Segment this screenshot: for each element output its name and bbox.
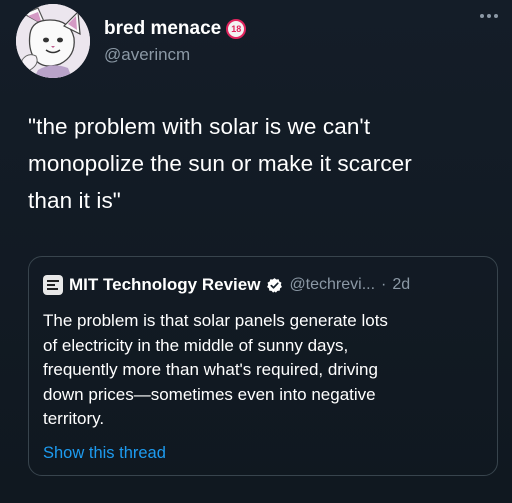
more-dot — [480, 14, 484, 18]
tweet-text-line: monopolize the sun or make it scarcer — [28, 151, 412, 176]
more-dot — [494, 14, 498, 18]
more-options-icon[interactable] — [480, 14, 498, 18]
quoted-text-line: territory. — [43, 409, 105, 428]
tweet-text-line: "the problem with solar is we can't — [28, 114, 371, 139]
author-handle[interactable]: @averincm — [104, 45, 190, 65]
age-badge-icon: 18 — [226, 19, 247, 39]
author-display-name[interactable]: bred menace — [104, 18, 221, 40]
tweet-text-line: than it is" — [28, 188, 121, 213]
quoted-text-line: down prices—sometimes even into negative — [43, 384, 376, 404]
more-dot — [487, 14, 491, 18]
quoted-author-name[interactable]: MIT Technology Review — [69, 275, 260, 295]
quoted-text-line: frequently more than what's required, dr… — [43, 360, 378, 379]
tweet-text: "the problem with solar is we can't mono… — [28, 108, 498, 219]
mit-technology-review-logo-icon — [43, 275, 63, 295]
quoted-text-line: The problem is that solar panels generat… — [43, 311, 388, 330]
quoted-tweet-text: The problem is that solar panels generat… — [43, 309, 493, 432]
quoted-tweet-card[interactable]: MIT Technology Review @techrevi... · 2d … — [28, 256, 498, 476]
quoted-tweet-header: MIT Technology Review @techrevi... · 2d — [43, 275, 410, 295]
tweet: bred menace 18 @averincm "the problem wi… — [0, 0, 512, 503]
verified-badge-icon — [267, 277, 283, 293]
quoted-timestamp[interactable]: 2d — [392, 276, 410, 294]
quoted-text-line: of electricity in the middle of sunny da… — [43, 335, 349, 355]
show-thread-link[interactable]: Show this thread — [43, 444, 166, 463]
meta-separator: · — [381, 276, 387, 293]
author-name-row: bred menace 18 — [104, 18, 247, 40]
quoted-author-handle[interactable]: @techrevi... — [289, 276, 375, 294]
avatar[interactable] — [16, 4, 90, 78]
avatar-image — [16, 4, 90, 78]
